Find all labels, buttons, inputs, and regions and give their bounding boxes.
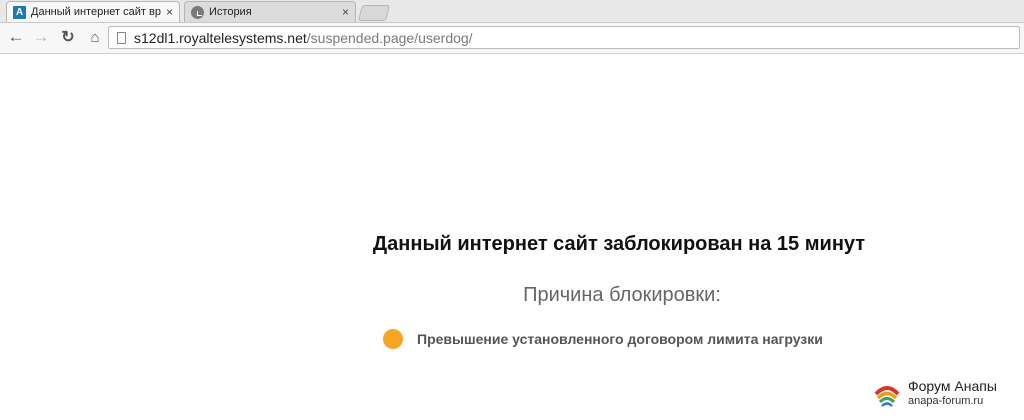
forum-logo-icon xyxy=(874,386,900,407)
page-icon xyxy=(117,31,126,44)
close-tab-icon[interactable]: × xyxy=(342,5,349,19)
new-tab-button[interactable] xyxy=(357,5,391,21)
browser-toolbar: ← → ↻ ⌂ s12dl1.royaltelesystems.net/susp… xyxy=(0,23,1024,54)
page-title: Данный интернет сайт заблокирован на 15 … xyxy=(372,233,866,255)
site-favicon-icon: A xyxy=(13,5,26,19)
forward-arrow-icon[interactable]: → xyxy=(30,26,52,48)
tab-title: Данный интернет сайт вр xyxy=(31,6,161,18)
home-icon[interactable]: ⌂ xyxy=(84,26,106,48)
url-path: /suspended.page/userdog/ xyxy=(306,29,473,46)
reason-text: Превышение установленного договором лими… xyxy=(417,331,823,347)
tab-history[interactable]: История × xyxy=(184,1,356,22)
tab-strip: A Данный интернет сайт вр × История × xyxy=(0,0,1024,23)
reload-icon[interactable]: ↻ xyxy=(57,26,79,48)
close-tab-icon[interactable]: × xyxy=(166,5,173,19)
url-host: s12dl1.royaltelesystems.net xyxy=(134,29,307,46)
history-icon xyxy=(191,5,204,19)
tab-blocked-page[interactable]: A Данный интернет сайт вр × xyxy=(6,1,180,22)
back-arrow-icon[interactable]: ← xyxy=(5,26,27,48)
watermark: Форум Анапы anapa-forum.ru xyxy=(872,378,997,408)
reason-item: Превышение установленного договором лими… xyxy=(383,329,823,349)
reason-heading: Причина блокировки: xyxy=(523,284,721,306)
watermark-url: anapa-forum.ru xyxy=(908,394,984,407)
watermark-title: Форум Анапы xyxy=(908,378,997,395)
tab-title: История xyxy=(209,6,252,18)
address-bar[interactable]: s12dl1.royaltelesystems.net/suspended.pa… xyxy=(108,26,1020,49)
bullet-dot-icon xyxy=(383,329,403,349)
